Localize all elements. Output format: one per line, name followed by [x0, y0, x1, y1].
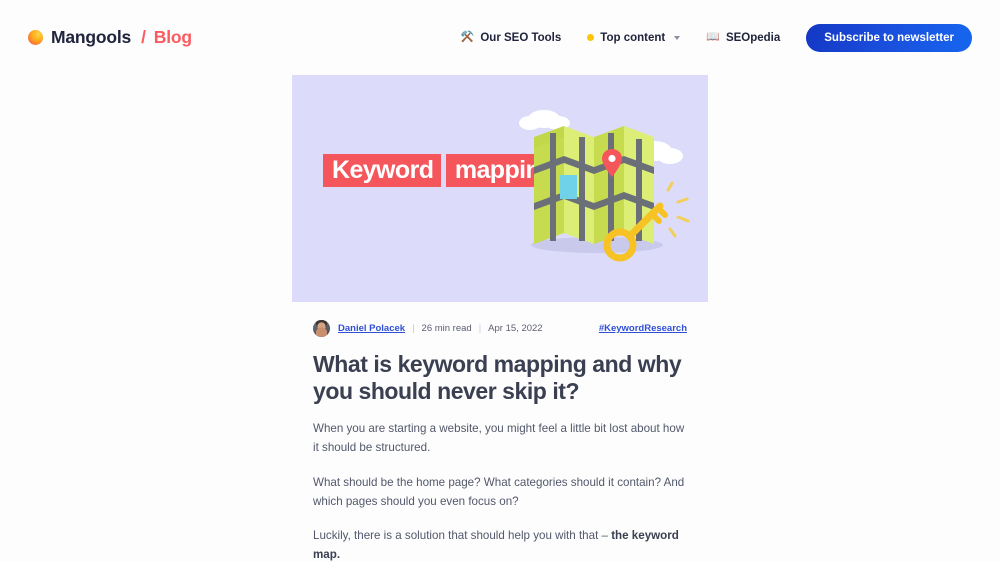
- article-meta: Daniel Polacek | 26 min read | Apr 15, 2…: [313, 320, 687, 337]
- brand-logo-link[interactable]: Mangools / Blog: [28, 27, 192, 48]
- main-navigation: ⚒️ Our SEO Tools Top content 📖 SEOpedia …: [461, 23, 972, 52]
- map-water-area: [560, 175, 577, 199]
- hero-image: Keyword mapping: [292, 75, 708, 302]
- nav-label-our-seo-tools: Our SEO Tools: [480, 31, 562, 44]
- brand-name: Mangools: [51, 27, 132, 47]
- article-body: What is keyword mapping and why you shou…: [313, 351, 687, 562]
- paragraph-1: When you are starting a website, you mig…: [313, 422, 685, 455]
- mangools-circle-logo-icon: [28, 30, 43, 45]
- nav-label-top-content: Top content: [600, 31, 666, 44]
- meta-separator-2: |: [478, 323, 482, 334]
- nav-item-seopedia[interactable]: 📖 SEOpedia: [706, 32, 780, 44]
- book-icon: 📖: [706, 31, 720, 43]
- read-time: 26 min read: [421, 323, 472, 334]
- article: Keyword mapping Daniel Polacek | 26 min …: [0, 75, 1000, 562]
- subscribe-to-newsletter-button[interactable]: Subscribe to newsletter: [806, 23, 972, 52]
- category-tag-link[interactable]: #KeywordResearch: [599, 323, 687, 334]
- chevron-down-icon[interactable]: [674, 35, 681, 40]
- publish-date: Apr 15, 2022: [488, 323, 543, 334]
- paragraph-3: Luckily, there is a solution that should…: [313, 527, 687, 562]
- key-sparkle-icon: [666, 181, 690, 238]
- tools-icon: ⚒️: [460, 31, 475, 43]
- page-title: What is keyword mapping and why you shou…: [313, 351, 682, 405]
- nav-item-our-seo-tools[interactable]: ⚒️ Our SEO Tools: [461, 32, 562, 44]
- nav-item-top-content[interactable]: Top content: [587, 31, 681, 44]
- folded-map-with-key-illustration-icon: [519, 110, 690, 262]
- brand-sub-label: Blog: [153, 27, 192, 47]
- nav-label-seopedia: SEOpedia: [725, 31, 781, 44]
- avatar: [313, 320, 330, 337]
- site-header: Mangools / Blog ⚒️ Our SEO Tools Top con…: [0, 0, 1000, 75]
- paragraph-2: What should be the home page? What categ…: [313, 475, 685, 508]
- paragraph-3-text: Luckily, there is a solution that should…: [313, 529, 612, 543]
- meta-separator-1: |: [412, 323, 415, 334]
- yellow-dot-icon: [587, 34, 595, 41]
- author-name-link[interactable]: Daniel Polacek: [338, 323, 405, 334]
- hero-label-line-1: Keyword: [323, 154, 442, 187]
- brand-slash: /: [141, 27, 146, 47]
